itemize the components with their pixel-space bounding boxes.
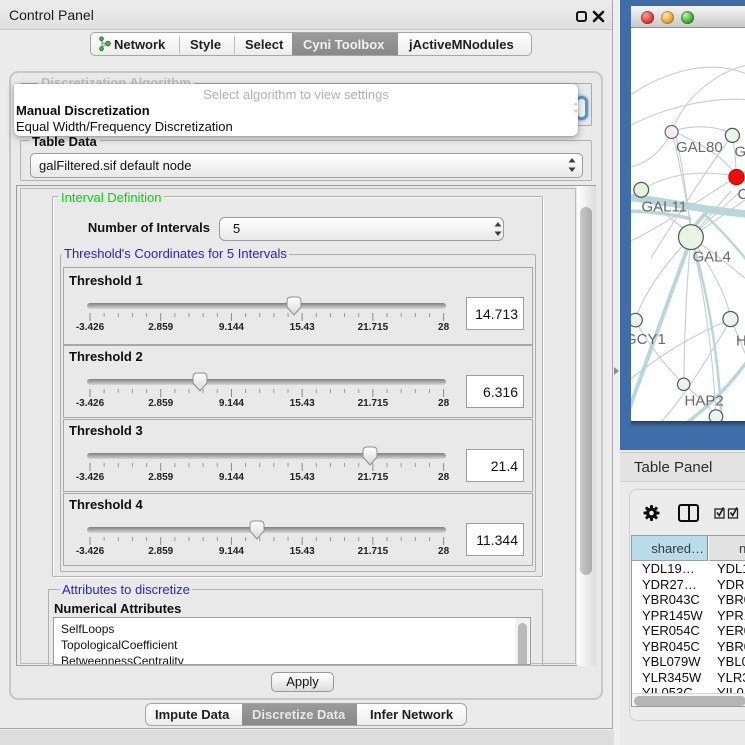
svg-text:GCY1: GCY1 [631,331,666,348]
svg-text:CY: CY [738,186,745,203]
svg-text:HAP2: HAP2 [685,393,724,410]
svg-text:GAL11: GAL11 [642,199,688,216]
svg-text:GAL4: GAL4 [693,249,731,266]
svg-text:GAL80: GAL80 [676,139,723,156]
svg-text:HI: HI [736,333,745,350]
svg-text:GA: GA [735,144,745,161]
